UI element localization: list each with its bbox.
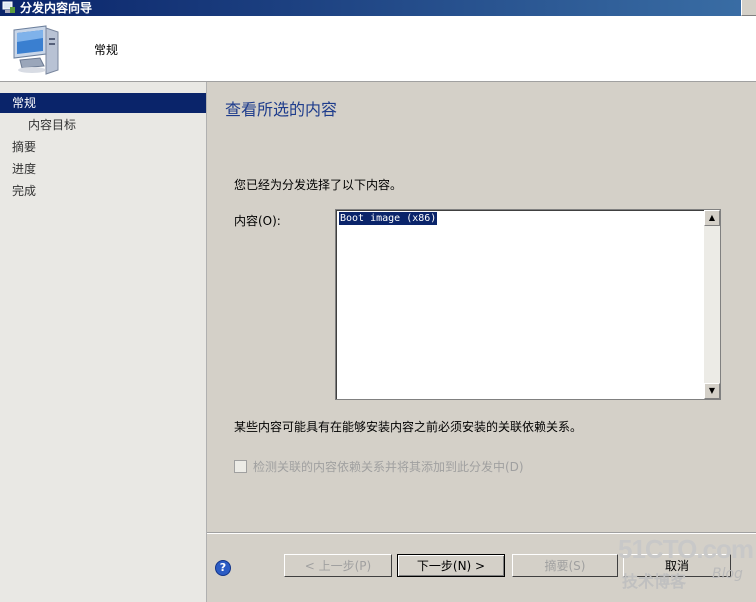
sidebar-item-summary[interactable]: 摘要 <box>0 137 206 157</box>
page-title: 查看所选的内容 <box>225 100 338 119</box>
wizard-header: 常规 <box>0 16 756 82</box>
previous-button[interactable]: < 上一步(P) <box>284 554 392 577</box>
detect-dependencies-option: 检测关联的内容依赖关系并将其添加到此分发中(D) <box>234 458 524 475</box>
sidebar-item-label: 进度 <box>12 162 37 176</box>
detect-dependencies-checkbox[interactable] <box>234 460 247 473</box>
sidebar-item-label: 常规 <box>12 96 37 110</box>
sidebar-item-label: 内容目标 <box>28 118 77 132</box>
sidebar-item-general[interactable]: 常规 <box>0 93 206 113</box>
arrow-down-icon: ▼ <box>708 386 716 395</box>
content-list-label: 内容(O): <box>234 214 281 228</box>
intro-text: 您已经为分发选择了以下内容。 <box>234 178 403 192</box>
sidebar-item-progress[interactable]: 进度 <box>0 159 206 179</box>
checkbox-label: 检测关联的内容依赖关系并将其添加到此分发中(D) <box>253 460 524 474</box>
watermark: 51CTO.com 技术博客 Blog <box>618 534 754 591</box>
sidebar-item-label: 完成 <box>12 184 37 198</box>
summary-button[interactable]: 摘要(S) <box>512 554 618 577</box>
watermark-blog: Blog <box>712 566 743 582</box>
computer-icon <box>13 25 59 75</box>
next-button[interactable]: 下一步(N) > <box>397 554 505 577</box>
window-title: 分发内容向导 <box>20 1 93 15</box>
wizard-icon <box>2 1 15 13</box>
help-icon[interactable]: ? <box>215 560 231 576</box>
sidebar-item-label: 摘要 <box>12 140 37 154</box>
wizard-steps-sidebar: 常规 内容目标 摘要 进度 完成 <box>0 82 207 602</box>
header-title: 常规 <box>94 43 119 57</box>
window-close-button[interactable] <box>741 0 756 16</box>
sidebar-item-complete[interactable]: 完成 <box>0 181 206 201</box>
list-item[interactable]: Boot image (x86) <box>339 212 438 225</box>
arrow-up-icon: ▲ <box>708 213 716 222</box>
title-bar: 分发内容向导 <box>0 0 756 16</box>
sidebar-item-content-target[interactable]: 内容目标 <box>0 115 206 135</box>
watermark-logo: 51CTO.com <box>618 534 754 564</box>
content-listbox[interactable]: Boot image (x86) ▲ ▼ <box>335 209 721 400</box>
wizard-main-panel: 查看所选的内容 您已经为分发选择了以下内容。 内容(O): Boot image… <box>207 82 756 602</box>
dependency-note: 某些内容可能具有在能够安装内容之前必须安装的关联依赖关系。 <box>234 420 583 434</box>
scroll-up-button[interactable]: ▲ <box>704 210 720 226</box>
vertical-scrollbar[interactable]: ▲ ▼ <box>704 210 720 399</box>
watermark-subtitle: 技术博客 <box>622 572 687 591</box>
scroll-down-button[interactable]: ▼ <box>704 383 720 399</box>
